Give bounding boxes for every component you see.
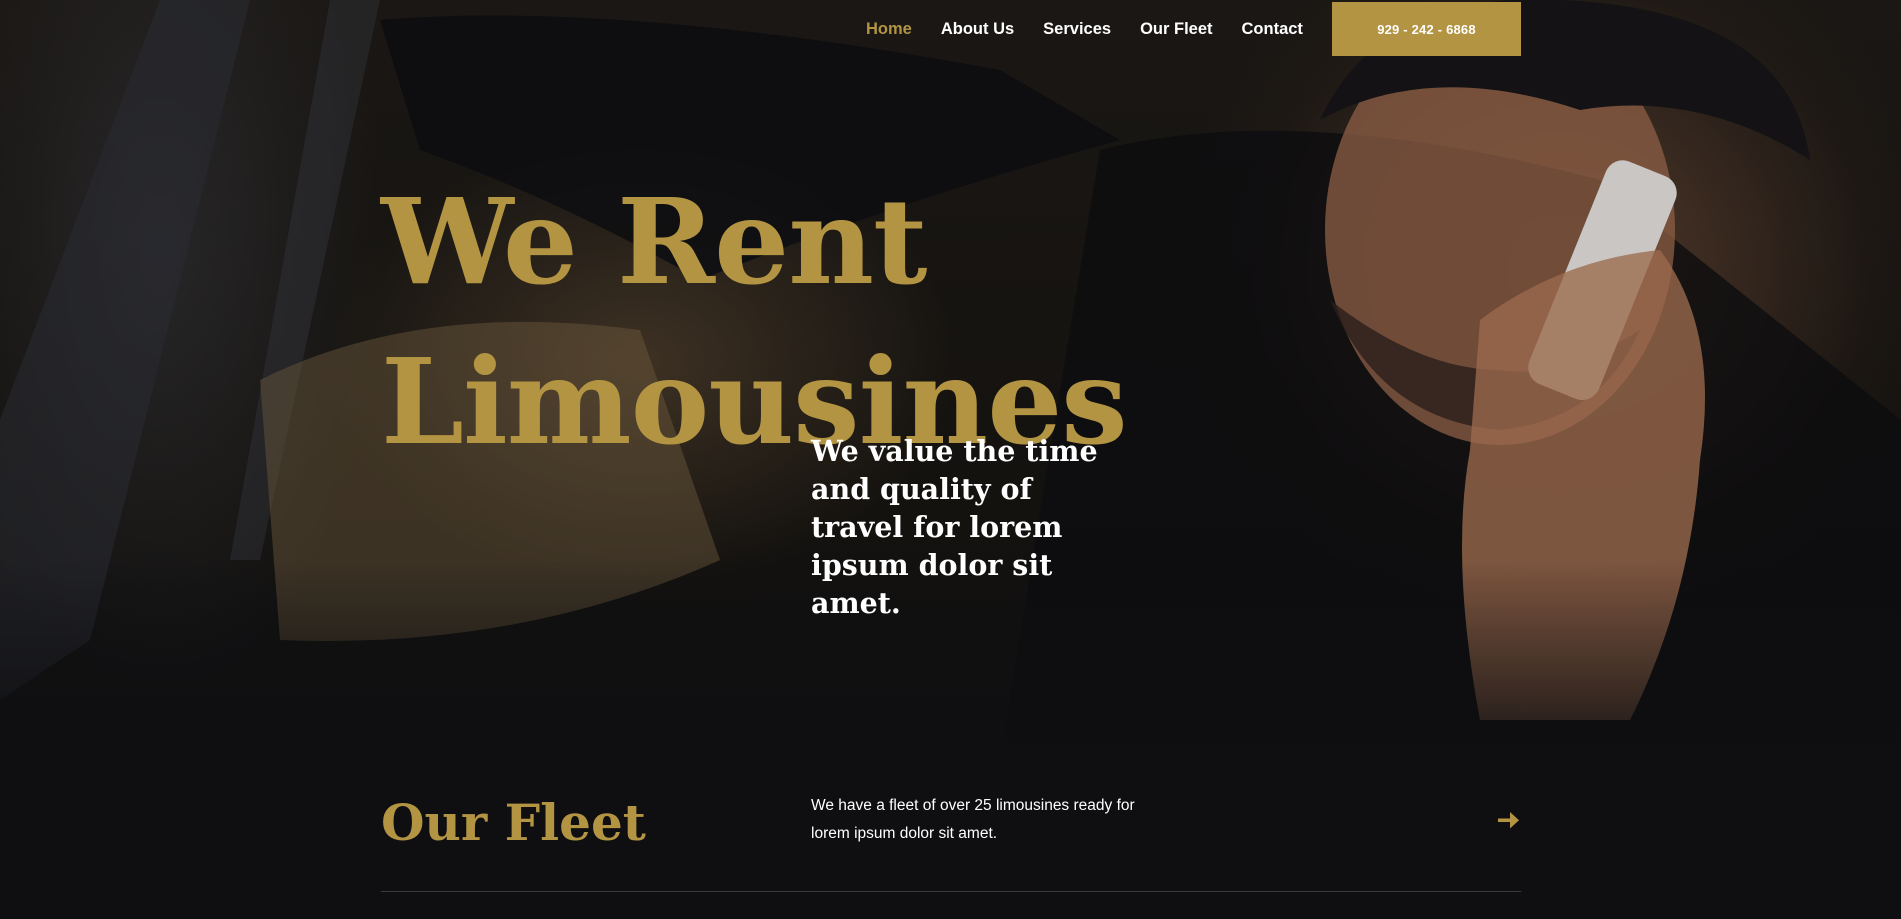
nav-links: Home About Us Services Our Fleet Contact (866, 18, 1332, 40)
nav-link-home[interactable]: Home (866, 18, 912, 40)
car-pillar-shape (230, 0, 380, 560)
hero-subtitle: We value the time and quality of travel … (811, 434, 1098, 620)
arrow-right-icon-graphic (1498, 812, 1519, 829)
nav-link-about-us[interactable]: About Us (941, 18, 1014, 40)
face-shape (1325, 15, 1675, 445)
hand-shape (1462, 250, 1705, 720)
section-divider (381, 891, 1521, 892)
phone-call-button[interactable]: 929 - 242 - 6868 (1332, 2, 1521, 56)
nav-link-services[interactable]: Services (1043, 18, 1111, 40)
phone-shape (1528, 160, 1677, 401)
main-navigation: Home About Us Services Our Fleet Contact… (0, 0, 1901, 60)
fleet-section-description: We have a fleet of over 25 limousines re… (811, 797, 1135, 842)
nav-link-our-fleet[interactable]: Our Fleet (1140, 18, 1212, 40)
beard-shape (1330, 300, 1640, 430)
nav-link-contact[interactable]: Contact (1242, 18, 1303, 40)
fleet-section-title: Our Fleet (381, 793, 646, 852)
arrow-right-icon[interactable] (1494, 806, 1522, 834)
hero-title-line-1: We Rent (381, 172, 927, 311)
car-door-shape (0, 0, 250, 700)
page: Home About Us Services Our Fleet Contact… (0, 0, 1901, 919)
